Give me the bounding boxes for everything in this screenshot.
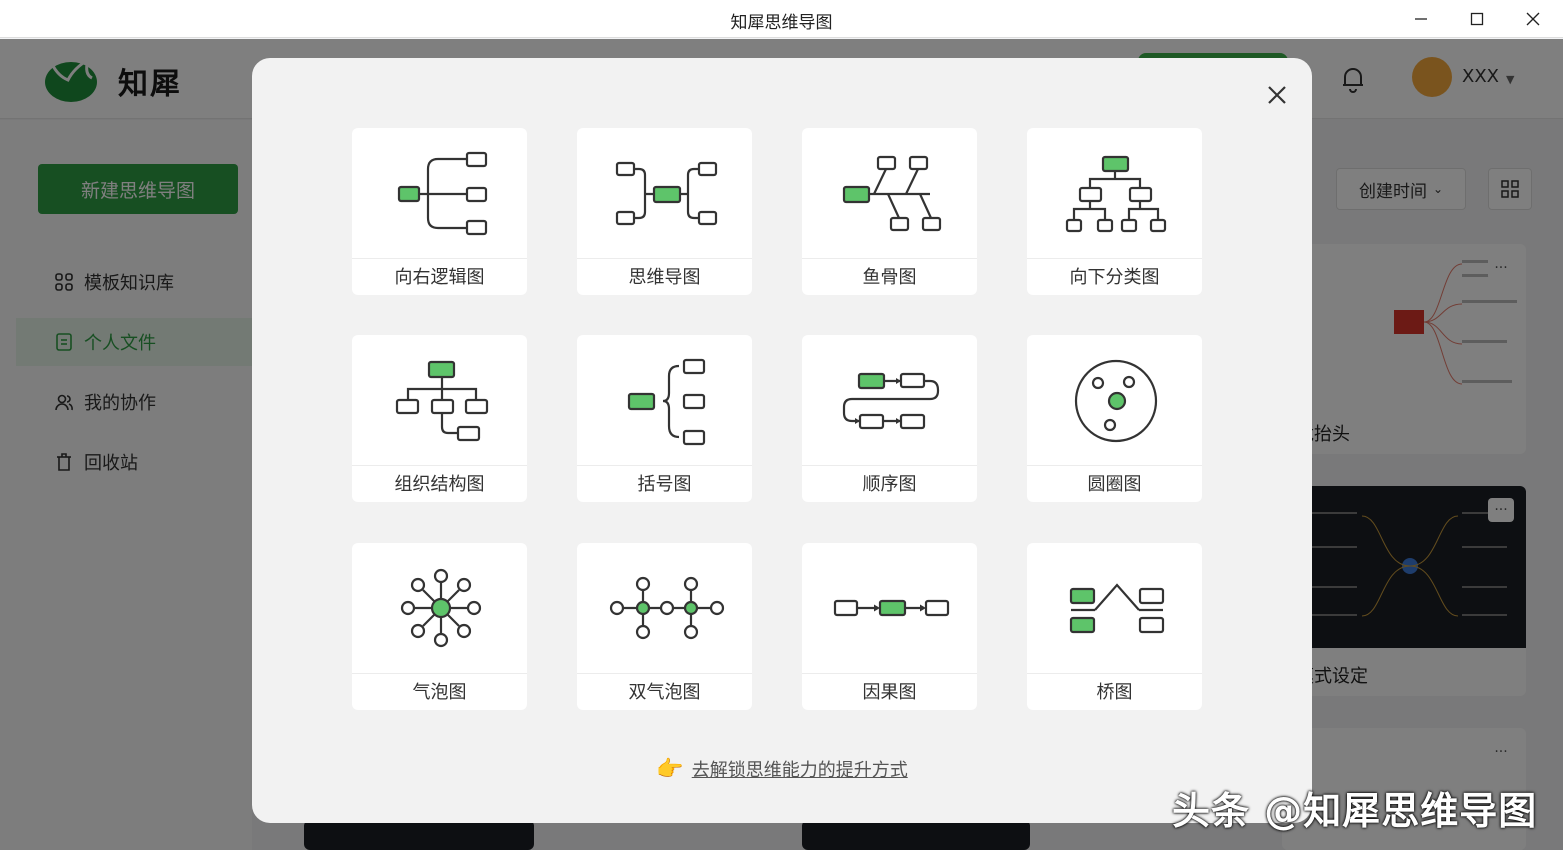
- template-label: 桥图: [1096, 682, 1133, 703]
- template-cause-effect[interactable]: 因果图: [802, 543, 977, 710]
- circle-map-icon: [1074, 359, 1158, 443]
- template-mind-map[interactable]: 思维导图: [577, 128, 752, 295]
- template-label: 向右逻辑图: [394, 267, 485, 288]
- brace-map-icon: [627, 358, 706, 446]
- maximize-button[interactable]: [1449, 0, 1505, 38]
- template-label: 因果图: [862, 682, 917, 703]
- watermark-text: 头条 @知犀思维导图: [1172, 789, 1538, 833]
- down-tree-icon: [1065, 155, 1167, 233]
- template-label: 向下分类图: [1069, 267, 1160, 288]
- template-label: 组织结构图: [394, 474, 485, 495]
- template-double-bubble[interactable]: 双气泡图: [577, 543, 752, 710]
- template-flow-sequence[interactable]: 顺序图: [802, 335, 977, 502]
- flow-sequence-icon: [842, 372, 940, 430]
- close-icon[interactable]: [1264, 82, 1290, 108]
- pointing-hand-icon: 👉: [656, 756, 684, 782]
- new-template-dialog: 向右逻辑图 思维导图 鱼骨图 向下分类图 组织结构图 括号图 顺序图 圆圈图 气…: [252, 58, 1312, 823]
- template-label: 顺序图: [862, 474, 917, 495]
- bubble-map-icon: [400, 568, 482, 648]
- template-down-tree[interactable]: 向下分类图: [1027, 128, 1202, 295]
- minimize-button[interactable]: [1393, 0, 1449, 38]
- template-label: 双气泡图: [628, 682, 701, 703]
- unlock-link[interactable]: 去解锁思维能力的提升方式: [692, 756, 908, 782]
- template-label: 鱼骨图: [862, 267, 917, 288]
- template-right-logic[interactable]: 向右逻辑图: [352, 128, 527, 295]
- template-fishbone[interactable]: 鱼骨图: [802, 128, 977, 295]
- fishbone-icon: [842, 155, 942, 232]
- double-bubble-icon: [609, 576, 725, 640]
- template-label: 圆圈图: [1087, 474, 1142, 495]
- template-label: 括号图: [637, 474, 692, 495]
- cause-effect-icon: [833, 599, 950, 617]
- maximize-icon: [1470, 12, 1484, 26]
- template-circle-map[interactable]: 圆圈图: [1027, 335, 1202, 502]
- template-label: 气泡图: [412, 682, 467, 703]
- template-brace-map[interactable]: 括号图: [577, 335, 752, 502]
- mind-map-icon: [615, 161, 718, 226]
- template-bridge-map[interactable]: 桥图: [1027, 543, 1202, 710]
- window-title: 知犀思维导图: [730, 13, 833, 33]
- bridge-map-icon: [1069, 583, 1165, 634]
- window-title-bar: 知犀思维导图: [0, 0, 1563, 38]
- close-window-button[interactable]: [1505, 0, 1561, 38]
- org-chart-icon: [395, 360, 489, 442]
- right-logic-icon: [397, 151, 488, 236]
- minimize-icon: [1415, 18, 1427, 20]
- unlock-tip: 👉 去解锁思维能力的提升方式: [252, 756, 1312, 782]
- close-icon: [1526, 12, 1540, 26]
- template-org-chart[interactable]: 组织结构图: [352, 335, 527, 502]
- template-label: 思维导图: [628, 267, 701, 288]
- template-bubble-map[interactable]: 气泡图: [352, 543, 527, 710]
